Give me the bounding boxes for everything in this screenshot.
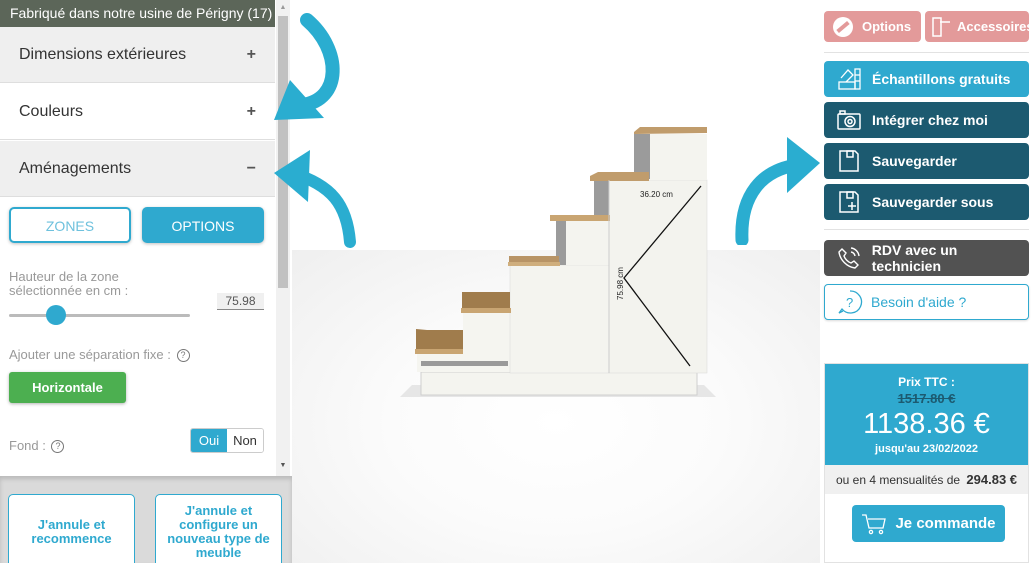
- tab-options[interactable]: OPTIONS: [142, 207, 264, 243]
- dimension-height-label: 75.98 cm: [616, 267, 625, 300]
- price-header: Prix TTC : 1517.80 € 1138.36 € jusqu'au …: [825, 364, 1028, 465]
- fond-yes-option[interactable]: Oui: [191, 429, 227, 452]
- step-3-block: [509, 264, 610, 374]
- offer-end-date: jusqu'au 23/02/2022: [875, 443, 978, 455]
- price-card: Prix TTC : 1517.80 € 1138.36 € jusqu'au …: [824, 363, 1029, 563]
- discounted-price: 1138.36 €: [863, 408, 990, 440]
- help-circle-icon[interactable]: ?: [176, 349, 190, 363]
- need-help-label: Besoin d'aide ?: [871, 294, 967, 310]
- technician-appointment-label: RDV avec un technicien: [871, 242, 958, 274]
- accessories-label: Accessoires: [957, 19, 1033, 34]
- zone-height-label-line2: sélectionnée en cm :: [9, 283, 129, 298]
- phone-ringing-icon: [836, 245, 862, 271]
- zone-height-label: Hauteur de la zone sélectionnée en cm :: [9, 270, 128, 298]
- free-samples-button[interactable]: Échantillons gratuits: [824, 61, 1029, 97]
- separation-label: Ajouter une séparation fixe :: [9, 347, 171, 362]
- step-4-block: [566, 220, 609, 265]
- plinth: [420, 371, 698, 396]
- curved-arrow-icon: [274, 13, 356, 248]
- save-as-button[interactable]: Sauvegarder sous: [824, 184, 1029, 220]
- horizontal-separation-button[interactable]: Horizontale: [9, 372, 126, 403]
- actions-panel: Options Accessoires Échantillons gratuit…: [820, 0, 1033, 563]
- separation-label-row: Ajouter une séparation fixe : ?: [9, 347, 190, 363]
- dimension-width-label: 36.20 cm: [640, 190, 673, 199]
- top-step-block: [650, 134, 707, 180]
- save-as-label: Sauvegarder sous: [872, 194, 994, 210]
- accordion-colors[interactable]: Couleurs +: [0, 84, 275, 140]
- free-samples-label: Échantillons gratuits: [872, 71, 1011, 87]
- tread-4: [550, 215, 610, 221]
- accordion-label: Aménagements: [19, 159, 132, 177]
- restart-button[interactable]: J'annule et recommence: [8, 494, 135, 563]
- tread-2-edge: [461, 308, 511, 313]
- accordion-dimensions[interactable]: Dimensions extérieures +: [0, 27, 275, 83]
- floppy-disk-plus-icon: [836, 189, 862, 215]
- accessories-button[interactable]: Accessoires: [925, 11, 1033, 42]
- tab-zones[interactable]: ZONES: [9, 207, 131, 243]
- fond-label-row: Fond : ?: [9, 438, 65, 454]
- tread-5: [590, 172, 649, 181]
- tread-1: [416, 329, 463, 350]
- question-bubble-icon: ?: [837, 289, 863, 315]
- options-label: Options: [862, 19, 912, 34]
- fond-toggle: Oui Non: [190, 428, 264, 453]
- save-label: Sauvegarder: [872, 153, 957, 169]
- shopping-cart-icon: [861, 513, 887, 535]
- installments-text: ou en 4 mensualités de: [835, 473, 961, 487]
- svg-text:?: ?: [846, 295, 853, 310]
- need-help-button[interactable]: ? Besoin d'aide ?: [824, 284, 1029, 320]
- help-circle-icon[interactable]: ?: [51, 440, 65, 454]
- step-2-block: [463, 310, 513, 354]
- options-button[interactable]: Options: [824, 11, 921, 42]
- fond-no-option[interactable]: Non: [227, 429, 263, 452]
- zone-height-slider-handle[interactable]: [46, 305, 67, 325]
- collapse-icon: −: [246, 159, 256, 177]
- floppy-disk-icon: [836, 148, 862, 174]
- 3d-viewer[interactable]: 36.20 cm 75.98 cm: [274, 0, 820, 563]
- integrate-at-home-label: Intégrer chez moi: [872, 112, 988, 128]
- installments-info: ou en 4 mensualités de 294.83 €: [825, 465, 1028, 494]
- zone-height-input[interactable]: 75.98: [217, 293, 264, 310]
- layouts-content: ZONES OPTIONS Hauteur de la zone sélecti…: [0, 197, 275, 476]
- fond-label: Fond :: [9, 438, 46, 453]
- order-label: Je commande: [895, 515, 996, 532]
- camera-icon: [836, 107, 862, 133]
- tread-1-edge: [415, 349, 463, 354]
- configuration-panel: Fabriqué dans notre usine de Périgny (17…: [0, 0, 290, 476]
- door-handle-icon: [931, 14, 951, 40]
- original-price: 1517.80 €: [897, 391, 956, 406]
- divider: [824, 229, 1029, 230]
- riser-5: [594, 178, 609, 220]
- expand-icon: +: [246, 45, 256, 63]
- accordion-label: Dimensions extérieures: [19, 45, 187, 63]
- price-label: Prix TTC :: [898, 375, 955, 389]
- integrate-at-home-button[interactable]: Intégrer chez moi: [824, 102, 1029, 138]
- scroll-down-arrow-icon[interactable]: ▼: [276, 460, 290, 472]
- order-button[interactable]: Je commande: [852, 505, 1005, 542]
- installment-amount: 294.83 €: [966, 472, 1018, 487]
- curved-arrow-icon: [735, 137, 820, 245]
- tread-3-edge: [508, 262, 560, 266]
- ruler-badge-icon: [830, 14, 856, 40]
- factory-banner: Fabriqué dans notre usine de Périgny (17…: [0, 0, 275, 27]
- accordion-layouts[interactable]: Aménagements −: [0, 141, 275, 197]
- zone-height-slider-track[interactable]: [9, 314, 190, 317]
- new-furniture-type-button[interactable]: J'annule et configure un nouveau type de…: [155, 494, 282, 563]
- expand-icon: +: [246, 102, 256, 120]
- save-button[interactable]: Sauvegarder: [824, 143, 1029, 179]
- configurator-page: Fabriqué dans notre usine de Périgny (17…: [0, 0, 1033, 563]
- tread-2: [462, 292, 510, 310]
- divider: [824, 52, 1029, 53]
- color-swatches-icon: [836, 66, 862, 92]
- tread-6: [634, 127, 707, 134]
- technician-appointment-button[interactable]: RDV avec un technicien: [824, 240, 1029, 276]
- zone-height-label-line1: Hauteur de la zone: [9, 269, 119, 284]
- accordion-label: Couleurs: [19, 102, 84, 120]
- drawer-handle: [421, 361, 508, 366]
- reset-actions: J'annule et recommence J'annule et confi…: [0, 476, 292, 563]
